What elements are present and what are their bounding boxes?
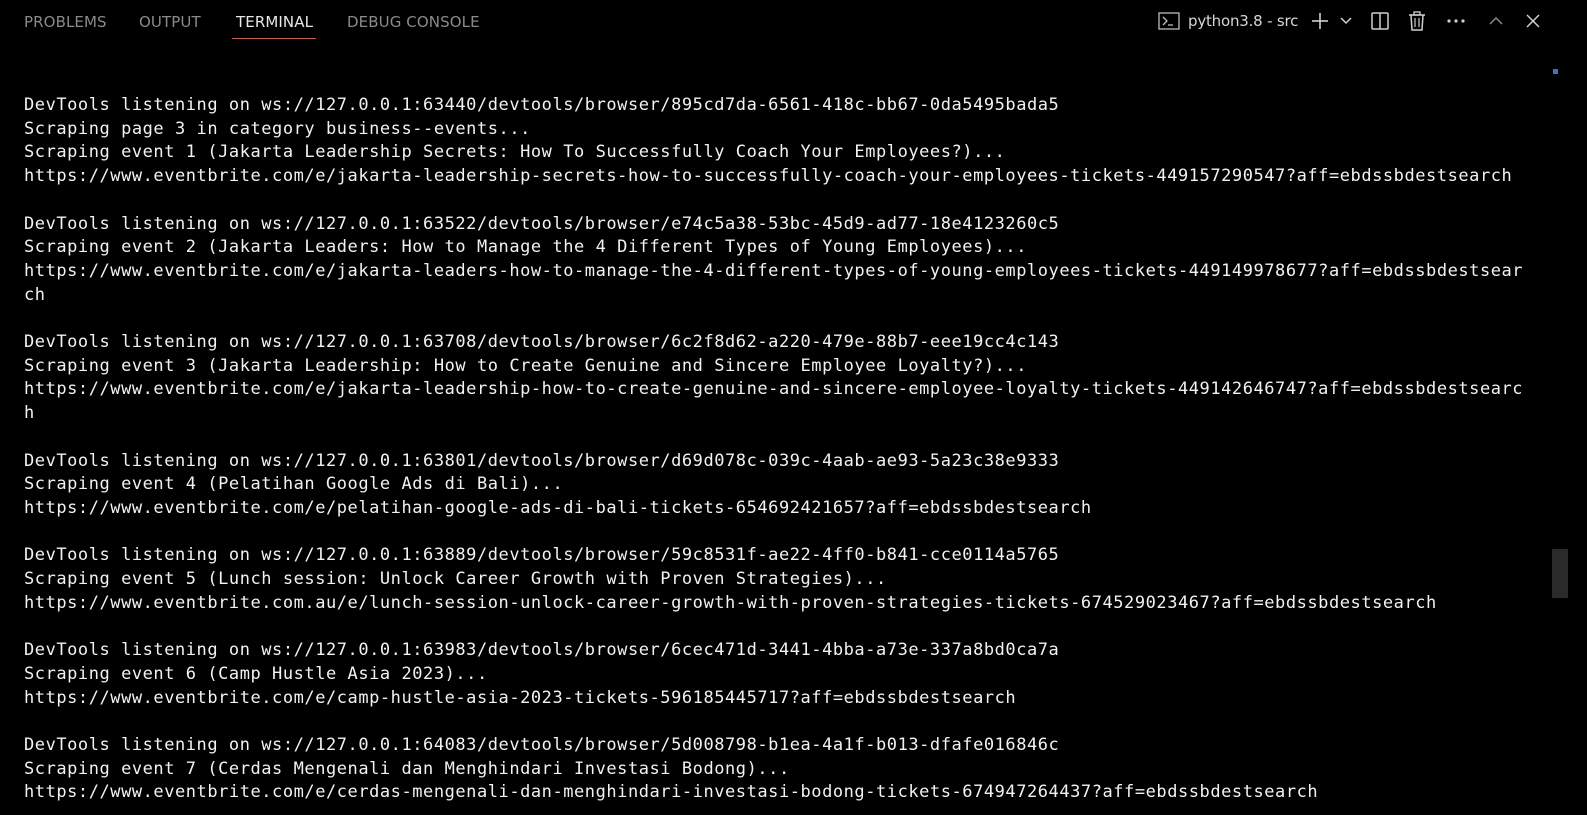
terminal-instance-selector[interactable]: python3.8 - src [1158, 9, 1298, 33]
terminal-line: https://www.eventbrite.com/e/jakarta-lea… [24, 379, 1524, 400]
terminal-line: https://www.eventbrite.com/e/jakarta-lea… [24, 260, 1524, 281]
split-icon [1370, 11, 1390, 31]
terminal-line: Scraping event 3 (Jakarta Leadership: Ho… [24, 355, 1027, 376]
terminal-line: DevTools listening on ws://127.0.0.1:640… [24, 734, 1060, 755]
terminal-line: h [24, 403, 35, 424]
terminal-line: Scraping page 3 in category business--ev… [24, 118, 531, 139]
maximize-panel-button[interactable] [1486, 9, 1506, 33]
terminal-line: Scraping event 7 (Cerdas Mengenali dan M… [24, 758, 790, 779]
terminal-scrollbar[interactable] [1552, 44, 1568, 815]
active-tab-indicator [232, 38, 316, 39]
terminal-instance-label: python3.8 - src [1188, 12, 1299, 30]
terminal-line: Scraping event 4 (Pelatihan Google Ads d… [24, 474, 564, 495]
more-actions-button[interactable] [1445, 9, 1467, 33]
terminal-line: Scraping event 2 (Jakarta Leaders: How t… [24, 237, 1027, 258]
terminal-line: DevTools listening on ws://127.0.0.1:638… [24, 545, 1060, 566]
new-terminal-button[interactable] [1309, 9, 1331, 33]
terminal-line: DevTools listening on ws://127.0.0.1:634… [24, 95, 1060, 115]
terminal-line: DevTools listening on ws://127.0.0.1:638… [24, 450, 1060, 471]
scroll-position-marker [1553, 69, 1558, 74]
split-terminal-button[interactable] [1369, 9, 1391, 33]
terminal-line: DevTools listening on ws://127.0.0.1:637… [24, 332, 1060, 352]
tab-terminal[interactable]: TERMINAL [236, 12, 313, 32]
terminal-line: https://www.eventbrite.com/e/camp-hustle… [24, 687, 1017, 708]
chevron-up-icon [1488, 16, 1504, 26]
panel-tab-bar: PROBLEMS OUTPUT TERMINAL DEBUG CONSOLE p… [0, 0, 1587, 44]
tab-output[interactable]: OUTPUT [139, 12, 201, 32]
close-icon [1525, 13, 1541, 29]
scrollbar-thumb[interactable] [1552, 549, 1568, 598]
terminal-line: https://www.eventbrite.com/e/jakarta-lea… [24, 166, 1513, 187]
terminal-line: https://www.eventbrite.com.au/e/lunch-se… [24, 592, 1437, 613]
terminal-output[interactable]: DevTools listening on ws://127.0.0.1:634… [0, 44, 1550, 815]
terminal-line: ch [24, 284, 46, 305]
terminal-line: Scraping event 1 (Jakarta Leadership Sec… [24, 142, 1006, 163]
kill-terminal-button[interactable] [1407, 9, 1427, 33]
trash-icon [1408, 11, 1426, 31]
chevron-down-icon [1339, 16, 1353, 26]
terminal-line: Scraping event 6 (Camp Hustle Asia 2023)… [24, 663, 488, 684]
tab-debug-console[interactable]: DEBUG CONSOLE [347, 12, 480, 32]
more-icon [1446, 18, 1466, 24]
terminal-line: https://www.eventbrite.com/e/cerdas-meng… [24, 782, 1319, 803]
terminal-line: DevTools listening on ws://127.0.0.1:639… [24, 640, 1060, 661]
tab-problems[interactable]: PROBLEMS [24, 12, 107, 32]
terminal-icon [1158, 12, 1180, 30]
terminal-line: https://www.eventbrite.com/e/pelatihan-g… [24, 497, 1092, 518]
plus-icon [1310, 11, 1330, 31]
terminal-line: Scraping event 5 (Lunch session: Unlock … [24, 569, 887, 589]
close-panel-button[interactable] [1523, 9, 1543, 33]
terminal-dropdown-button[interactable] [1338, 9, 1354, 33]
terminal-line: DevTools listening on ws://127.0.0.1:635… [24, 213, 1060, 234]
